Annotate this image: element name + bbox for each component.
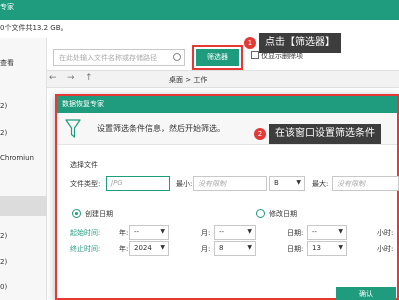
step-2-badge: 2	[254, 128, 266, 140]
min-size-label: 最小:	[176, 180, 193, 188]
chevron-down-icon: ▼	[338, 244, 343, 251]
checkbox-icon[interactable]	[251, 51, 259, 59]
sidebar-item[interactable]: 2)	[0, 129, 7, 137]
end-hour-label: 小时:	[377, 245, 394, 253]
modified-date-radio[interactable]	[256, 209, 265, 218]
confirm-button[interactable]: 确认	[336, 287, 396, 300]
end-day-select[interactable]: 13 ▼	[307, 241, 347, 256]
min-size-input[interactable]: 没有限制	[193, 176, 267, 191]
start-day-label: 日期:	[287, 229, 304, 237]
forward-arrow-icon[interactable]: →	[67, 73, 75, 83]
start-year-value: --	[134, 228, 140, 236]
dialog-info-text: 设置筛选条件信息，然后开始筛选。	[97, 124, 225, 133]
chevron-down-icon: ▼	[296, 179, 301, 186]
start-month-value: --	[219, 228, 225, 236]
start-year-label: 年:	[119, 229, 129, 237]
chevron-down-icon: ▼	[338, 228, 343, 235]
funnel-icon	[65, 119, 81, 138]
sidebar-view-label[interactable]: 查看	[0, 58, 14, 68]
up-arrow-icon[interactable]: ↑	[85, 73, 93, 83]
start-year-select[interactable]: -- ▼	[129, 225, 169, 240]
chevron-down-icon: ▼	[160, 244, 165, 251]
file-type-label: 文件类型:	[70, 180, 101, 188]
file-type-input[interactable]: JPG	[106, 176, 170, 191]
file-type-placeholder: JPG	[111, 179, 123, 187]
end-year-value: 2024	[134, 244, 152, 252]
navigation-bar: ← → ↑ 桌面 > 工作	[47, 70, 399, 88]
search-input[interactable]: 在此处输入文件名称或存储路径	[53, 49, 185, 66]
step-1-badge: 1	[244, 37, 256, 49]
end-year-label: 年:	[119, 245, 129, 253]
sidebar-item-selected[interactable]	[0, 196, 47, 216]
min-size-unit-value: B	[274, 179, 279, 187]
min-size-placeholder: 没有限制	[198, 180, 226, 188]
created-date-label[interactable]: 创建日期	[85, 209, 113, 219]
end-month-label: 月:	[201, 245, 211, 253]
dialog-title: 数据恢复专家	[57, 96, 397, 113]
modified-date-label[interactable]: 修改日期	[269, 209, 297, 219]
sidebar-item[interactable]: Chromiun	[0, 154, 34, 162]
scan-summary: 0个文件共13.2 GB。	[0, 24, 68, 32]
start-day-value: --	[312, 228, 318, 236]
max-size-placeholder: 没有限制	[337, 180, 365, 188]
sidebar-item[interactable]: 2)	[0, 102, 7, 110]
max-size-input[interactable]: 没有限制	[332, 176, 399, 191]
search-placeholder: 在此处输入文件名称或存储路径	[59, 54, 157, 62]
only-deleted-label: 仅显示删除项	[261, 52, 303, 60]
start-day-select[interactable]: -- ▼	[307, 225, 347, 240]
search-icon[interactable]	[173, 53, 181, 61]
sidebar-item[interactable]: 2)	[0, 258, 7, 266]
chevron-down-icon: ▼	[160, 228, 165, 235]
step-2-callout: 在该窗口设置筛选条件	[269, 124, 381, 144]
sidebar-item[interactable]: 2)	[0, 232, 7, 240]
start-month-select[interactable]: -- ▼	[214, 225, 256, 240]
breadcrumb: 桌面 > 工作	[169, 76, 208, 84]
end-year-select[interactable]: 2024 ▼	[129, 241, 169, 256]
app-title: 专家	[0, 3, 14, 11]
created-date-radio[interactable]	[72, 209, 81, 218]
chevron-down-icon: ▼	[247, 228, 252, 235]
sidebar: 查看 2) 2) Chromiun 2) 2) 0) 0)	[0, 38, 47, 300]
sidebar-item[interactable]: 0)	[0, 283, 7, 291]
end-month-value: 8	[219, 244, 224, 252]
start-month-label: 月:	[201, 229, 211, 237]
start-time-label: 起始时间:	[70, 229, 101, 237]
max-size-label: 最大:	[312, 180, 329, 188]
back-arrow-icon[interactable]: ←	[49, 73, 57, 83]
filter-button-highlight	[192, 45, 243, 70]
end-day-label: 日期:	[287, 245, 304, 253]
min-size-unit-select[interactable]: B ▼	[269, 176, 305, 191]
select-file-heading: 选择文件	[70, 161, 98, 169]
end-month-select[interactable]: 8 ▼	[214, 241, 256, 256]
end-time-label: 终止时间:	[70, 245, 101, 253]
step-1-callout: 点击【筛选器】	[259, 33, 341, 53]
start-hour-label: 小时:	[377, 229, 394, 237]
end-day-value: 13	[312, 244, 321, 252]
chevron-down-icon: ▼	[247, 244, 252, 251]
app-header: 专家	[0, 0, 399, 20]
